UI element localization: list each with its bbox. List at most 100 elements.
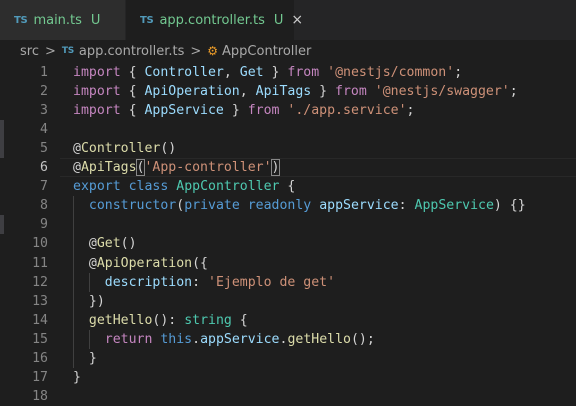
code-token: readonly [247,198,312,214]
gutter-decoration [0,120,4,140]
breadcrumb-file[interactable]: app.controller.ts [79,44,184,59]
code-token: AppController [176,179,280,195]
code-token: Controller [144,65,224,80]
line-number: 14 [32,312,48,328]
code-token: @ [73,160,81,176]
code-token: , [239,84,256,100]
code-token: } [73,350,97,366]
code-token: } [223,103,248,119]
code-token: '@nestjs/swagger' [374,84,510,100]
code-line: 8 constructor(private readonly appServic… [0,196,576,215]
code-token: string [184,312,232,328]
code-token: from [335,84,367,100]
code-token: Get [96,236,121,252]
class-symbol-icon: ⚙ [207,44,219,58]
breadcrumb-symbol[interactable]: AppController [222,44,311,59]
gutter-decoration [0,139,4,159]
code-token: { [120,84,145,100]
code-token: AppService [144,103,224,119]
line-number: 10 [32,236,48,252]
line-number: 15 [32,331,48,347]
code-line: 18 [0,387,576,406]
code-token: ApiTags [255,84,312,100]
typescript-file-icon: TS [140,14,154,26]
code-line: 5 @Controller() [0,139,576,158]
code-token: class [128,179,169,195]
code-token: getHello [287,331,351,347]
line-number: 7 [40,179,48,195]
code-token: } [311,84,336,100]
code-token: from [287,65,320,80]
code-token: } [73,369,81,385]
code-token: import [73,103,121,119]
line-number: 16 [32,350,48,366]
close-icon[interactable]: × [291,13,303,27]
tab-label: app.controller.ts [159,12,265,28]
line-number: 2 [40,84,48,100]
code-token: @ [73,141,81,157]
line-number: 18 [32,388,48,404]
code-token: { [279,179,296,195]
code-token: description [104,274,193,290]
tab-main-ts[interactable]: TS main.ts U [0,0,126,40]
code-token: { [231,312,248,328]
line-number: 12 [32,274,48,290]
code-line: 16 } [0,349,576,368]
untracked-badge: U [273,12,284,28]
code-token: @ [73,255,97,271]
code-text: export class AppController { [73,177,295,196]
code-token: private [184,198,240,214]
line-number: 11 [32,255,48,271]
code-token: ApiOperation [96,255,193,271]
code-text: } [73,349,97,368]
code-token: ApiOperation [144,84,240,100]
code-token: @ [73,236,97,252]
code-token: () [120,236,137,252]
untracked-badge: U [90,12,101,28]
chevron-right-icon: > [190,43,202,59]
code-line: 14 getHello(): string { [0,311,576,330]
tab-app-controller-ts[interactable]: TS app.controller.ts U × [126,0,303,40]
code-token: ( [176,198,185,214]
code-token: . [192,331,201,347]
line-number: 4 [40,122,48,138]
line-number: 1 [40,65,48,80]
indent-guide [73,196,74,368]
code-editor[interactable]: 1 import { Controller, Get } from '@nestj… [0,61,576,404]
code-token: ({ [192,255,208,271]
code-token: ; [454,65,463,80]
code-token: from [247,103,280,119]
gutter-decoration [0,215,4,235]
code-token: : [398,198,415,214]
code-line: 17} [0,368,576,387]
code-text: }) [73,292,105,311]
tab-bar: TS main.ts U TS app.controller.ts U × [0,0,576,40]
code-text: constructor(private readonly appService:… [73,196,526,215]
line-number: 13 [32,293,48,309]
code-text: @ApiOperation({ [73,254,208,273]
line-number: 9 [40,217,48,233]
code-text: getHello(): string { [73,311,248,330]
code-line: 13 }) [0,292,576,311]
line-number: 3 [40,103,48,119]
code-token: return [104,331,153,347]
chevron-right-icon: > [44,43,56,59]
code-token: import [73,65,121,80]
code-token: (); [350,331,375,347]
typescript-file-icon: TS [14,14,28,26]
indent-guide [88,329,90,349]
code-token: export [73,179,121,195]
breadcrumb-folder[interactable]: src [20,44,39,59]
code-token: './app.service' [287,103,407,119]
code-text: import { Controller, Get } from '@nestjs… [73,63,462,82]
code-text: import { AppService } from './app.servic… [73,101,414,120]
code-line: 11 @ApiOperation({ [0,254,576,273]
code-token: ; [509,84,518,100]
code-text: description: 'Ejemplo de get' [73,273,335,292]
